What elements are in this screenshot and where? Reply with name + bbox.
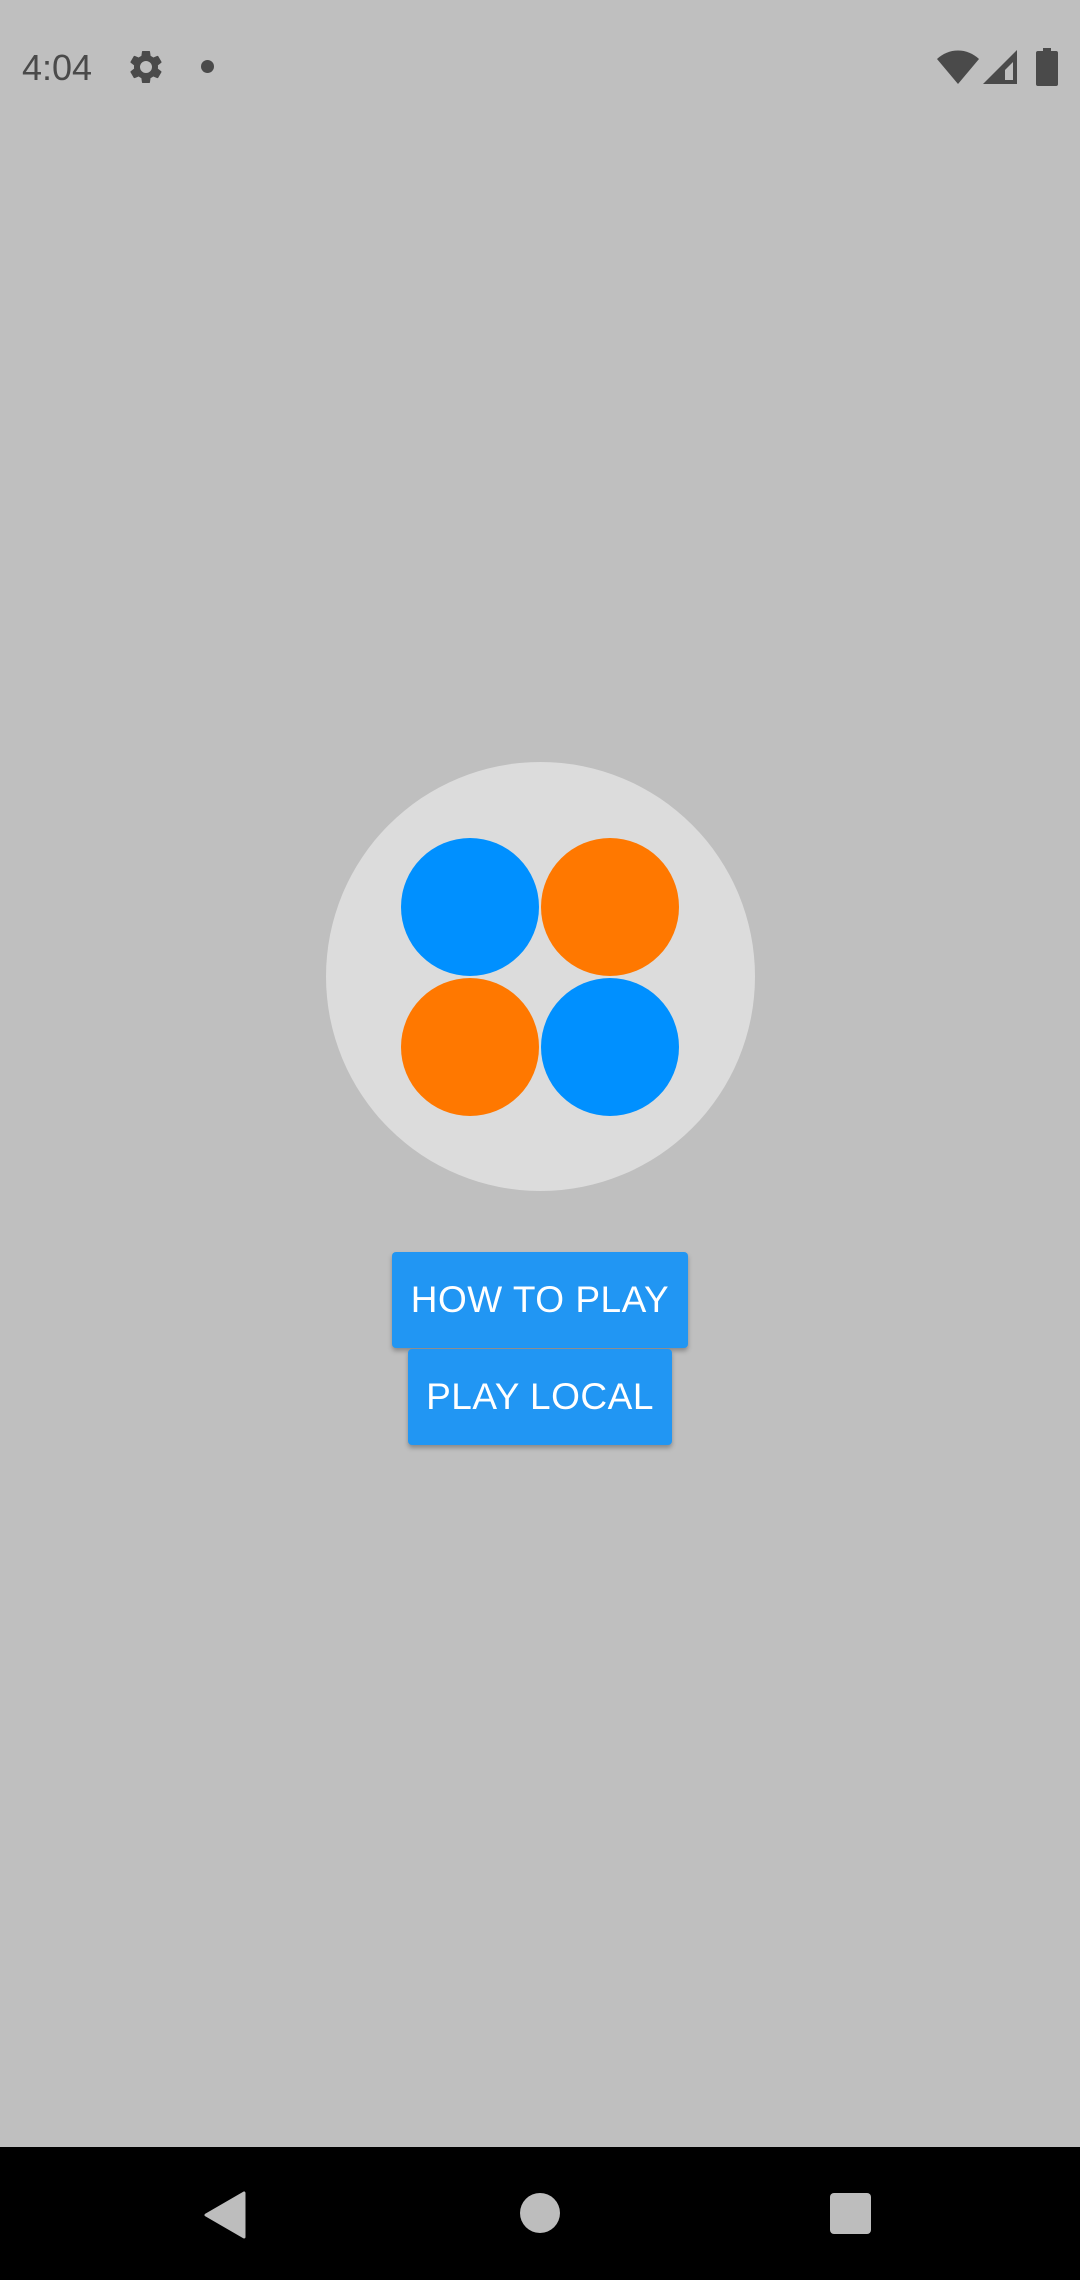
home-icon[interactable] xyxy=(520,2193,560,2233)
recents-icon[interactable] xyxy=(830,2193,871,2234)
battery-icon xyxy=(1036,48,1058,86)
wifi-icon xyxy=(937,50,979,84)
how-to-play-button[interactable]: HOW TO PLAY xyxy=(392,1252,688,1348)
logo-dot-top-right xyxy=(541,838,679,976)
gear-icon xyxy=(130,50,162,83)
status-time: 4:04 xyxy=(22,47,93,88)
notification-dot-icon xyxy=(201,60,214,73)
status-bar: 4:04 xyxy=(0,0,1080,135)
logo-dot-bottom-left xyxy=(401,978,539,1116)
logo-dot-bottom-right xyxy=(541,978,679,1116)
app-logo xyxy=(326,762,755,1191)
navigation-bar xyxy=(0,2147,1080,2280)
cell-signal-icon xyxy=(983,50,1017,84)
logo-dot-top-left xyxy=(401,838,539,976)
play-local-button[interactable]: PLAY LOCAL xyxy=(408,1349,672,1445)
back-icon[interactable] xyxy=(204,2191,248,2239)
